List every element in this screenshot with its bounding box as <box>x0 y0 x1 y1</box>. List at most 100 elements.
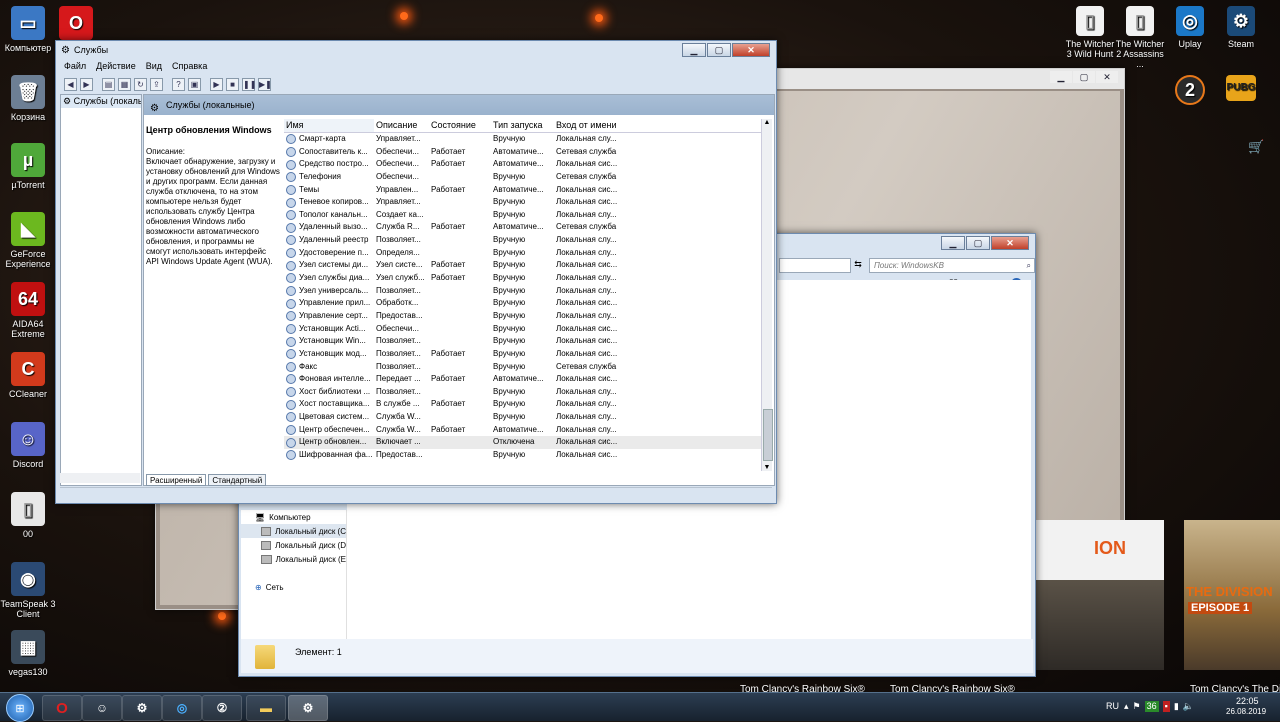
show-tree-icon[interactable]: ▤ <box>102 77 115 91</box>
language-indicator[interactable]: RU <box>1106 701 1119 711</box>
taskbar-services[interactable]: ⚙ <box>288 695 328 721</box>
table-row[interactable]: Шифрованная фа... Предостав... Вручную Лока… <box>284 449 762 462</box>
table-row[interactable]: Узел службы диа... Узел служб... Работает В… <box>284 272 762 285</box>
tray-app-icon[interactable]: ▪ <box>1162 701 1170 712</box>
tab-standard[interactable]: Стандартный <box>208 474 267 486</box>
column-status[interactable]: Состояние <box>429 119 491 132</box>
minimize-button[interactable]: ▁ <box>682 43 706 57</box>
table-row[interactable]: Установщик Win... Позволяет... Вручную Лока… <box>284 335 762 348</box>
close-button[interactable]: ✕ <box>732 43 770 57</box>
table-row[interactable]: Хост поставщика... В службе ... Работает Вр… <box>284 398 762 411</box>
desktop-icon[interactable]: ☺ Discord <box>0 422 56 469</box>
table-row[interactable]: Цветовая систем... Служба W... Вручную Лока… <box>284 411 762 424</box>
refresh-icon[interactable]: ⇆ <box>851 258 865 271</box>
desktop-icon[interactable]: 64 AIDA64 Extreme <box>0 282 56 339</box>
desktop-icon[interactable]: ◉ TeamSpeak 3 Client <box>0 562 56 619</box>
tree-item-services[interactable]: ⚙ Службы (локальные) <box>61 95 141 108</box>
export-icon[interactable]: ⇪ <box>150 77 163 91</box>
taskbar-steam[interactable]: ⚙ <box>122 695 162 721</box>
table-row[interactable]: Узел системы ди... Узел систе... Работает В… <box>284 259 762 272</box>
minimize-button[interactable]: ▁ <box>941 236 965 250</box>
table-row[interactable]: Управление прил... Обработк... Вручную Лока… <box>284 297 762 310</box>
desktop-icon[interactable]: O <box>48 6 104 43</box>
clock-date[interactable]: 26.08.2019 <box>1226 707 1266 716</box>
maximize-button[interactable]: ▢ <box>1073 71 1095 83</box>
column-name[interactable]: Имя <box>284 119 374 132</box>
back-icon[interactable]: ◀ <box>64 77 77 91</box>
desktop-icon[interactable]: ⚙ Steam <box>1213 6 1269 49</box>
nav-disk-d[interactable]: Локальный диск (D <box>241 538 346 552</box>
desktop-icon-app[interactable]: 2 <box>1162 75 1218 108</box>
clock-time[interactable]: 22:05 <box>1236 696 1259 706</box>
column-startup-type[interactable]: Тип запуска <box>491 119 554 132</box>
properties-icon[interactable]: ▣ <box>188 77 201 91</box>
scroll-up-icon[interactable]: ▲ <box>762 119 772 126</box>
nav-computer[interactable]: 🖥 Компьютер <box>241 510 346 524</box>
desktop-icon[interactable]: 🗑 Корзина <box>0 75 56 122</box>
scroll-down-icon[interactable]: ▼ <box>762 464 772 471</box>
forward-icon[interactable]: ▶ <box>80 77 93 91</box>
table-row[interactable]: Теневое копиров... Управляет... Вручную Лок… <box>284 196 762 209</box>
close-button[interactable]: ✕ <box>1096 71 1118 83</box>
refresh-icon[interactable]: ↻ <box>134 77 147 91</box>
start-button[interactable]: ⊞ <box>6 694 34 722</box>
column-log-on-as[interactable]: Вход от имени <box>554 119 622 132</box>
taskbar-app-2[interactable]: ② <box>202 695 242 721</box>
table-row[interactable]: Управление серт... Предостав... Вручную Лок… <box>284 310 762 323</box>
table-row[interactable]: Удаленный реестр Позволяет... Вручную Локал… <box>284 234 762 247</box>
table-row[interactable]: Факс Позволяет... Вручную Сетевая служба <box>284 361 762 374</box>
taskbar-uplay[interactable]: ◎ <box>162 695 202 721</box>
start-service-icon[interactable]: ▶ <box>210 77 223 91</box>
tray-flag-icon[interactable]: ⚑ <box>1133 701 1141 712</box>
nav-network[interactable]: ⊕ Сеть <box>241 580 346 594</box>
table-row[interactable]: Фоновая интелле... Передает ... Работает Ав… <box>284 373 762 386</box>
close-button[interactable]: ✕ <box>991 236 1029 250</box>
menu-view[interactable]: Вид <box>146 61 162 75</box>
restart-service-icon[interactable]: ▶❚ <box>258 77 272 91</box>
table-row[interactable]: Тополог канальн... Создает ка... Вручную Ло… <box>284 209 762 222</box>
desktop-icon[interactable]: µ µTorrent <box>0 143 56 190</box>
desktop-icon[interactable]: ▯ 00 <box>0 492 56 539</box>
address-bar[interactable] <box>779 258 851 273</box>
table-row[interactable]: Центр обновлен... Включает ... Отключена Ло… <box>284 436 762 450</box>
minimize-button[interactable]: ▁ <box>1050 71 1072 83</box>
table-row[interactable]: Удостоверение п... Определя... Вручную Лока… <box>284 247 762 260</box>
network-icon[interactable]: ▮ <box>1174 701 1179 712</box>
scroll-thumb[interactable] <box>763 409 773 461</box>
table-row[interactable]: Удаленный вызо... Служба R... Работает Авто… <box>284 221 762 234</box>
desktop-icon[interactable]: ▯ The Witcher 2 Assassins ... <box>1112 6 1168 69</box>
game-tile-rainbow-six[interactable]: ION <box>1034 520 1164 670</box>
table-row[interactable]: Темы Управлен... Работает Автоматиче... Лока… <box>284 184 762 197</box>
volume-icon[interactable]: 🔈 <box>1183 701 1194 712</box>
maximize-button[interactable]: ▢ <box>707 43 731 57</box>
tray-arrow-icon[interactable]: ▴ <box>1124 701 1129 712</box>
table-row[interactable]: Узел универсаль... Позволяет... Вручную Лок… <box>284 285 762 298</box>
menu-file[interactable]: Файл <box>64 61 86 75</box>
table-row[interactable]: Центр обеспечен... Служба W... Работает Авт… <box>284 424 762 437</box>
column-description[interactable]: Описание <box>374 119 429 132</box>
pause-service-icon[interactable]: ❚❚ <box>242 77 256 91</box>
desktop-icon[interactable]: ◣ GeForce Experience <box>0 212 56 269</box>
taskbar-opera[interactable]: O <box>42 695 82 721</box>
taskbar-explorer[interactable]: ▬ <box>246 695 286 721</box>
help-icon[interactable]: ? <box>172 77 185 91</box>
desktop-icon[interactable]: ◎ Uplay <box>1162 6 1218 49</box>
table-row[interactable]: Сопоставитель к... Обеспечи... Работает Авт… <box>284 146 762 159</box>
table-row[interactable]: Хост библиотеки ... Позволяет... Вручную Ло… <box>284 386 762 399</box>
desktop-icon[interactable]: ▯ The Witcher 3 Wild Hunt <box>1062 6 1118 59</box>
desktop-icon-app[interactable]: PUBG <box>1213 75 1269 104</box>
services-vertical-scrollbar[interactable]: ▲ ▼ <box>761 119 773 471</box>
tab-extended[interactable]: Расширенный <box>146 474 207 486</box>
menu-action[interactable]: Действие <box>96 61 136 75</box>
desktop-icon[interactable]: C CCleaner <box>0 352 56 399</box>
cart-icon[interactable]: 🛒 <box>1248 139 1264 155</box>
stop-service-icon[interactable]: ■ <box>226 77 239 91</box>
list-icon[interactable]: ▦ <box>118 77 131 91</box>
taskbar-discord[interactable]: ☺ <box>82 695 122 721</box>
table-row[interactable]: Телефония Обеспечи... Вручную Сетевая служб… <box>284 171 762 184</box>
table-row[interactable]: Установщик Acti... Обеспечи... Вручную Лока… <box>284 323 762 336</box>
search-box[interactable]: Поиск: WindowsKB ⌕ <box>869 258 1035 273</box>
maximize-button[interactable]: ▢ <box>966 236 990 250</box>
nav-disk-c[interactable]: Локальный диск (C <box>241 524 346 538</box>
tray-app-icon[interactable]: 36 <box>1144 701 1159 712</box>
